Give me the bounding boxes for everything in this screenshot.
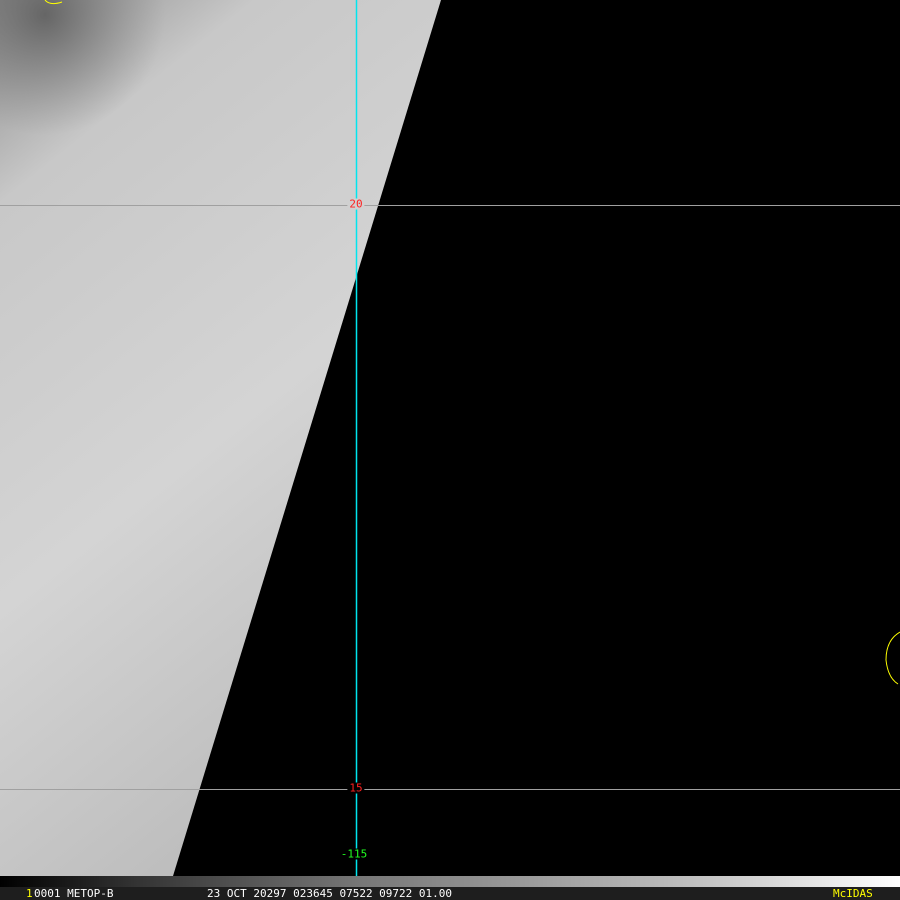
- mcidas-brand: McIDAS: [833, 887, 873, 900]
- satellite-image-viewer: 20 15 -115 1 0001 METOP-B 23 OCT 20297 0…: [0, 0, 900, 900]
- frame-number: 1: [26, 887, 33, 900]
- grayscale-colorbar: [0, 876, 900, 887]
- latitude-label-15: 15: [347, 781, 365, 795]
- latitude-label-20: 20: [347, 197, 365, 211]
- longitude-label: -115: [338, 847, 370, 861]
- satellite-image: [0, 0, 900, 876]
- coastline-right: [885, 631, 900, 685]
- satellite-id: 0001 METOP-B: [34, 887, 114, 900]
- info-bar: 1 0001 METOP-B 23 OCT 20297 023645 07522…: [0, 887, 900, 900]
- image-datetime: 23 OCT 20297 023645 07522 09722 01.00: [207, 887, 453, 900]
